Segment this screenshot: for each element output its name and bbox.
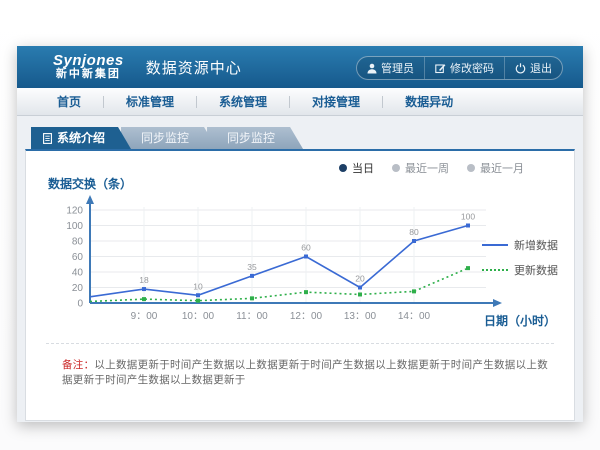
power-icon bbox=[515, 63, 526, 74]
nav-item-standard-management[interactable]: 标准管理 bbox=[104, 93, 196, 110]
page-background: Synjones 新中新集团 数据资源中心 管理员 修改密码 bbox=[0, 0, 600, 450]
legend-item-updated-data: 更新数据 bbox=[482, 262, 558, 278]
time-filter-group: 当日 最近一周 最近一月 bbox=[339, 160, 524, 176]
user-name-label: 管理员 bbox=[381, 60, 414, 76]
footnote-text: 以上数据更新于时间产生数据以上数据更新于时间产生数据以上数据更新于时间产生数据以… bbox=[62, 359, 548, 386]
change-password-label: 修改密码 bbox=[450, 60, 494, 76]
chart-panel: 当日 最近一周 最近一月 数据交换（条） 0 20 40 60 80 100 120 9：00… bbox=[25, 149, 575, 421]
edit-icon bbox=[435, 63, 446, 74]
tab-label: 同步监控 bbox=[227, 127, 275, 149]
footnote: 备注：以上数据更新于时间产生数据以上数据更新于时间产生数据以上数据更新于时间产生… bbox=[62, 357, 554, 387]
radio-last-month[interactable]: 最近一月 bbox=[467, 160, 524, 176]
page-title: 数据资源中心 bbox=[146, 57, 242, 78]
svg-text:40: 40 bbox=[72, 268, 84, 279]
tab-sync-monitor-1[interactable]: 同步监控 bbox=[121, 127, 217, 149]
svg-text:80: 80 bbox=[72, 237, 84, 248]
radio-last-week[interactable]: 最近一周 bbox=[392, 160, 449, 176]
radio-selected-icon bbox=[339, 164, 347, 172]
svg-text:100: 100 bbox=[66, 221, 83, 232]
svg-text:18: 18 bbox=[139, 275, 149, 285]
dotted-line-icon bbox=[482, 269, 508, 271]
svg-text:10：00: 10：00 bbox=[182, 311, 215, 322]
document-icon bbox=[43, 133, 52, 144]
nav-item-integration-management[interactable]: 对接管理 bbox=[290, 93, 382, 110]
y-axis-title: 数据交换（条） bbox=[48, 175, 132, 192]
user-account-button[interactable]: 管理员 bbox=[357, 57, 424, 79]
svg-text:12：00: 12：00 bbox=[290, 311, 323, 322]
logout-label: 退出 bbox=[530, 60, 552, 76]
line-chart: 0 20 40 60 80 100 120 9：00 10：00 11：00 12：00 13：00 1… bbox=[46, 193, 516, 328]
radio-label: 当日 bbox=[352, 160, 374, 176]
svg-text:10: 10 bbox=[193, 281, 203, 291]
svg-text:0: 0 bbox=[77, 299, 83, 310]
tab-label: 同步监控 bbox=[141, 127, 189, 149]
tab-label: 系统介绍 bbox=[57, 127, 105, 149]
user-toolbar: 管理员 修改密码 退出 bbox=[356, 56, 563, 80]
svg-text:100: 100 bbox=[461, 212, 475, 222]
company-logo: Synjones 新中新集团 bbox=[53, 53, 124, 80]
user-icon bbox=[367, 63, 377, 74]
change-password-button[interactable]: 修改密码 bbox=[424, 57, 504, 79]
svg-text:9：00: 9：00 bbox=[131, 311, 158, 322]
svg-text:20: 20 bbox=[355, 274, 365, 284]
svg-text:35: 35 bbox=[247, 262, 257, 272]
svg-text:11：00: 11：00 bbox=[236, 311, 268, 322]
tab-system-intro[interactable]: 系统介绍 bbox=[31, 127, 131, 149]
note-divider bbox=[46, 343, 554, 344]
logo-wordmark: Synjones bbox=[53, 53, 124, 69]
radio-unselected-icon bbox=[392, 164, 400, 172]
svg-text:13：00: 13：00 bbox=[344, 311, 377, 322]
svg-text:14：00: 14：00 bbox=[398, 311, 431, 322]
footnote-prefix: 备注： bbox=[62, 359, 94, 371]
legend-label: 更新数据 bbox=[514, 262, 558, 278]
nav-item-data-changes[interactable]: 数据异动 bbox=[383, 93, 475, 110]
chart-legend: 新增数据 更新数据 bbox=[482, 237, 558, 287]
radio-label: 最近一周 bbox=[405, 160, 449, 176]
solid-line-icon bbox=[482, 244, 508, 246]
x-axis-title: 日期（小时） bbox=[484, 312, 556, 329]
header-bar: Synjones 新中新集团 数据资源中心 管理员 修改密码 bbox=[17, 46, 583, 88]
svg-text:120: 120 bbox=[66, 206, 83, 217]
legend-label: 新增数据 bbox=[514, 237, 558, 253]
tab-sync-monitor-2[interactable]: 同步监控 bbox=[207, 127, 303, 149]
svg-text:80: 80 bbox=[409, 227, 419, 237]
nav-item-home[interactable]: 首页 bbox=[35, 93, 103, 110]
radio-unselected-icon bbox=[467, 164, 475, 172]
logout-button[interactable]: 退出 bbox=[504, 57, 562, 79]
nav-item-system-management[interactable]: 系统管理 bbox=[197, 93, 289, 110]
content-area: 系统介绍 同步监控 同步监控 当日 最近一周 bbox=[17, 116, 583, 422]
main-nav: 首页 标准管理 系统管理 对接管理 数据异动 bbox=[17, 88, 583, 116]
tab-bar: 系统介绍 同步监控 同步监控 bbox=[31, 127, 583, 149]
svg-text:20: 20 bbox=[72, 283, 84, 294]
legend-item-new-data: 新增数据 bbox=[482, 237, 558, 253]
svg-text:60: 60 bbox=[72, 252, 84, 263]
radio-label: 最近一月 bbox=[480, 160, 524, 176]
logo-company-name: 新中新集团 bbox=[53, 69, 124, 81]
svg-text:60: 60 bbox=[301, 243, 311, 253]
app-window: Synjones 新中新集团 数据资源中心 管理员 修改密码 bbox=[17, 46, 583, 422]
radio-today[interactable]: 当日 bbox=[339, 160, 374, 176]
